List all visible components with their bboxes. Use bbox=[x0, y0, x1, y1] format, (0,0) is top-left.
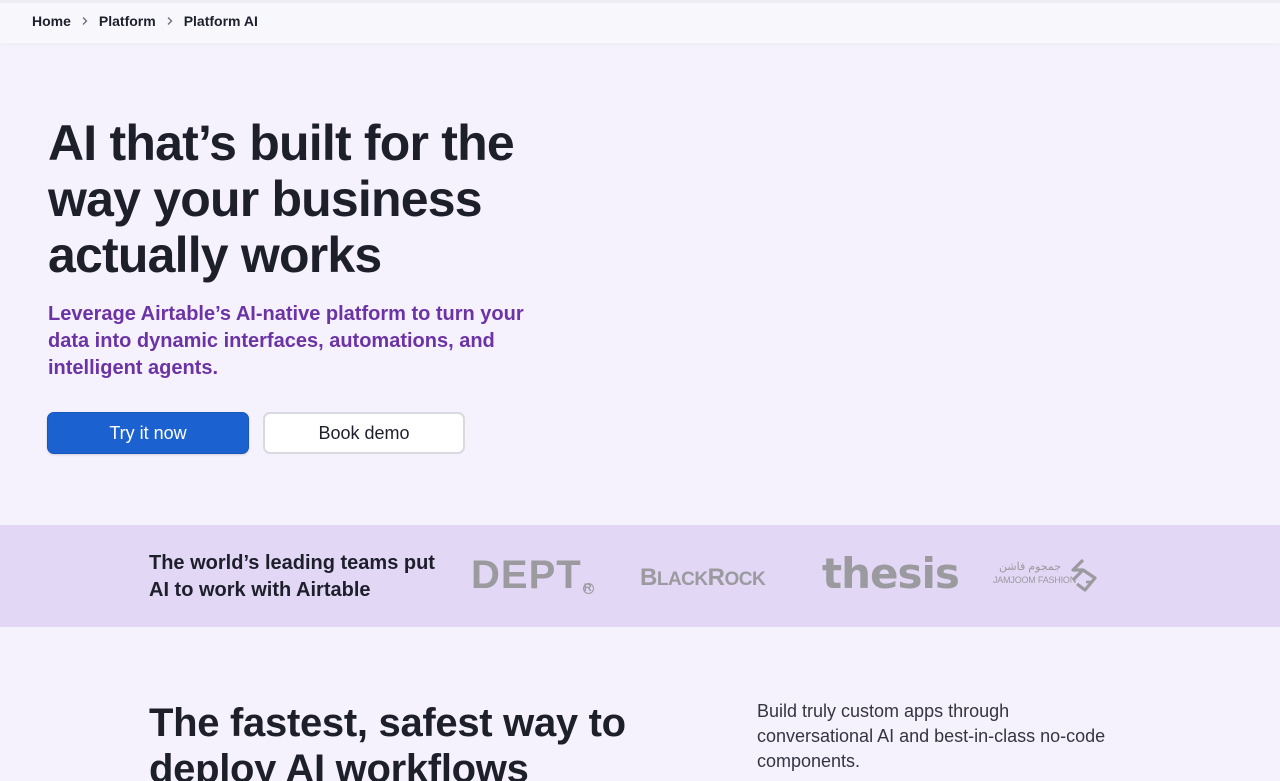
blackrock-logo: BLACKROCK bbox=[640, 564, 766, 592]
hero-subtitle: Leverage Airtable’s AI-native platform t… bbox=[48, 303, 524, 379]
jamjoom-arabic-text: جمجوم فاشن bbox=[999, 561, 1062, 573]
breadcrumb-bar: Home Platform Platform AI bbox=[0, 0, 1280, 43]
try-it-now-button[interactable]: Try it now bbox=[47, 412, 249, 454]
blackrock-logo-b: B bbox=[640, 564, 657, 591]
book-demo-button[interactable]: Book demo bbox=[263, 412, 465, 454]
jamjoom-fashion-logo: جمجوم فاشن JAMJOOM FASHION bbox=[993, 558, 1103, 594]
blackrock-logo-ock: OCK bbox=[724, 569, 766, 590]
customer-logo-strip: The world’s leading teams put AI to work… bbox=[0, 525, 1280, 627]
jamjoom-mark-icon bbox=[1071, 558, 1097, 592]
blackrock-logo-lack: LACK bbox=[656, 569, 708, 590]
section-description: Build truly custom apps through conversa… bbox=[757, 701, 1106, 771]
dept-logo: DEPT R bbox=[471, 553, 594, 598]
blackrock-logo-r: R bbox=[707, 564, 725, 591]
registered-mark: R bbox=[582, 582, 594, 594]
hero-title: AI that’s built for the way your busines… bbox=[48, 115, 515, 283]
section-title: The fastest, safest way to deploy AI wor… bbox=[149, 701, 626, 781]
chevron-right-icon bbox=[71, 16, 99, 26]
jamjoom-english-text: JAMJOOM FASHION bbox=[993, 575, 1077, 585]
breadcrumb: Home Platform Platform AI bbox=[32, 13, 258, 29]
dept-logo-text: DEPT bbox=[471, 553, 582, 597]
breadcrumb-platform-ai[interactable]: Platform AI bbox=[184, 13, 258, 29]
thesis-logo: thesis bbox=[822, 549, 960, 598]
breadcrumb-home[interactable]: Home bbox=[32, 13, 71, 29]
breadcrumb-platform[interactable]: Platform bbox=[99, 13, 156, 29]
logo-strip-heading: The world’s leading teams put AI to work… bbox=[149, 552, 435, 601]
chevron-right-icon bbox=[156, 16, 184, 26]
